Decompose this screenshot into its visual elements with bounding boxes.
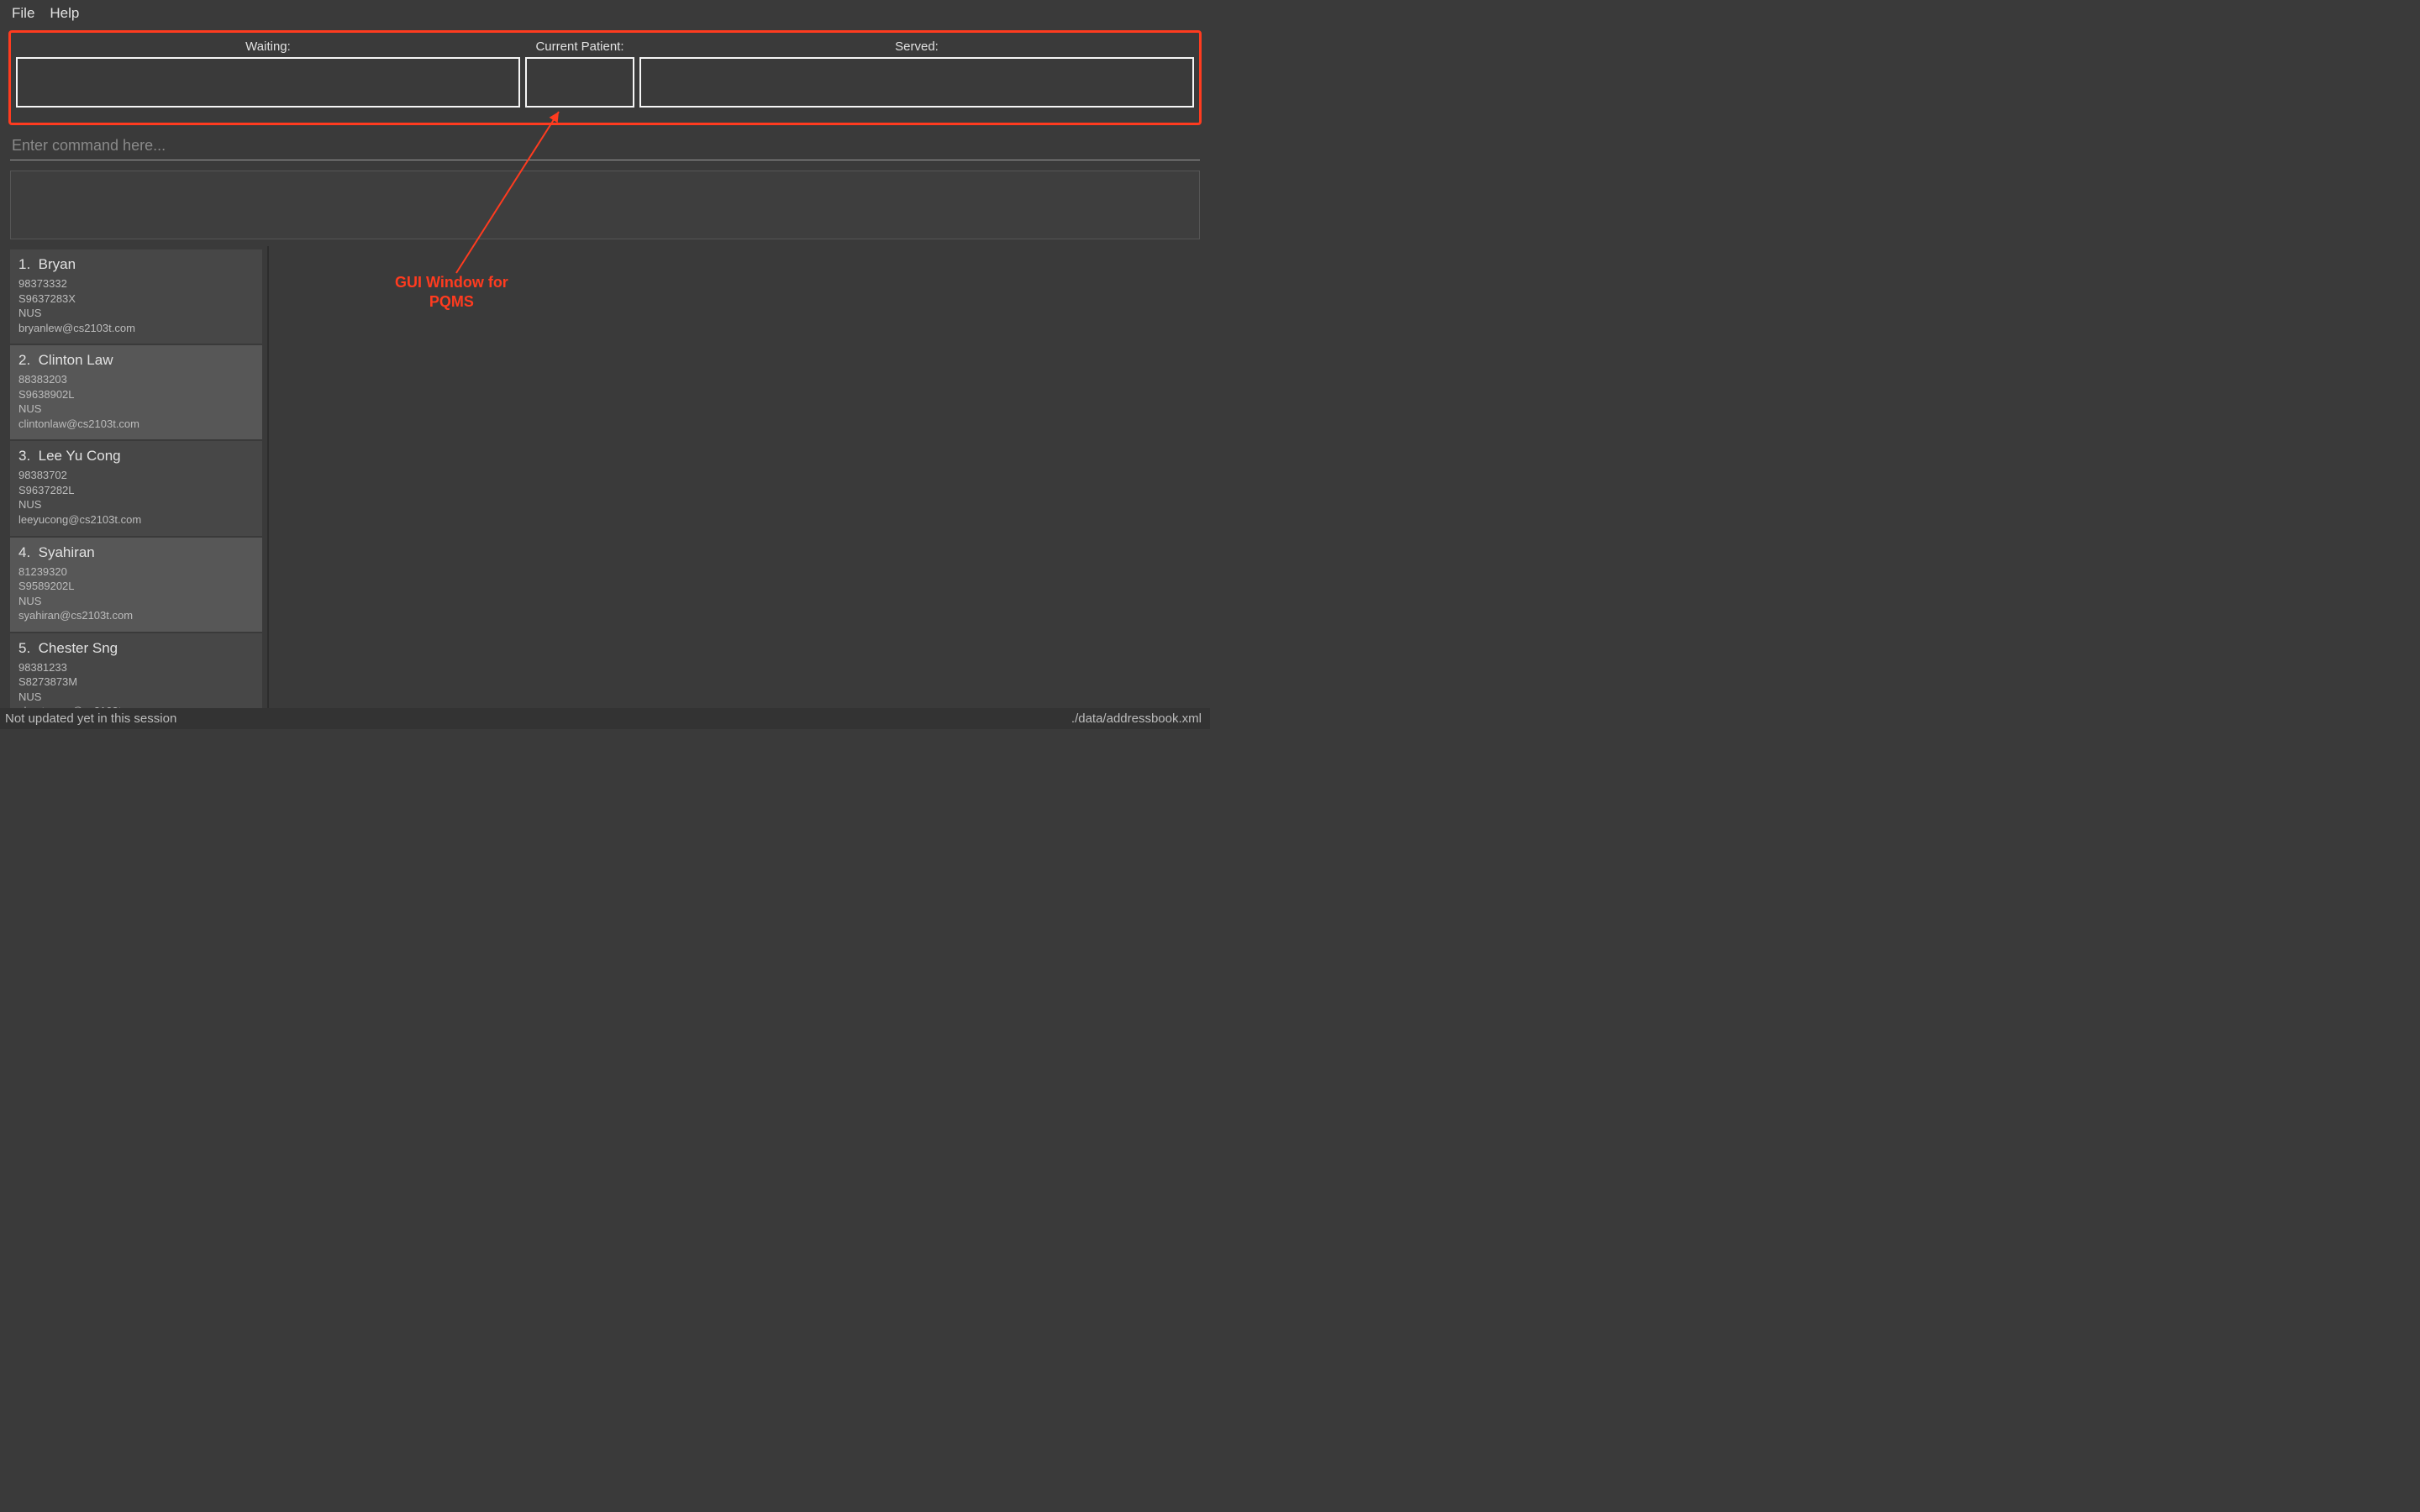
command-output <box>10 171 1200 239</box>
list-email: clintonlaw@cs2103t.com <box>18 417 254 432</box>
menu-help[interactable]: Help <box>50 5 79 22</box>
list-index: 5. <box>18 640 30 656</box>
pqms-waiting-box <box>16 57 520 108</box>
list-index: 2. <box>18 352 30 368</box>
list-nric: S9638902L <box>18 387 254 402</box>
status-right: ./data/addressbook.xml <box>1071 711 1202 726</box>
pqms-panel: Waiting: Current Patient: Served: <box>8 30 1202 125</box>
pqms-served-box <box>639 57 1194 108</box>
list-item[interactable]: 4. Syahiran 81239320 S9589202L NUS syahi… <box>10 538 262 632</box>
list-email: syahiran@cs2103t.com <box>18 608 254 623</box>
pqms-waiting-col: Waiting: <box>16 38 520 108</box>
list-school: NUS <box>18 690 254 705</box>
list-name: Lee Yu Cong <box>39 448 121 464</box>
list-item[interactable]: 2. Clinton Law 88383203 S9638902L NUS cl… <box>10 345 262 439</box>
list-nric: S9589202L <box>18 579 254 594</box>
list-name: Chester Sng <box>39 640 118 656</box>
list-nric: S8273873M <box>18 675 254 690</box>
list-nric: S9637283X <box>18 291 254 307</box>
list-phone: 81239320 <box>18 564 254 580</box>
pqms-current-col: Current Patient: <box>525 38 634 108</box>
pqms-current-label: Current Patient: <box>535 38 623 57</box>
list-phone: 98381233 <box>18 660 254 675</box>
list-item[interactable]: 3. Lee Yu Cong 98383702 S9637282L NUS le… <box>10 441 262 535</box>
pqms-waiting-label: Waiting: <box>245 38 291 57</box>
list-phone: 88383203 <box>18 372 254 387</box>
pqms-current-box <box>525 57 634 108</box>
list-item[interactable]: 1. Bryan 98373332 S9637283X NUS bryanlew… <box>10 249 262 344</box>
menu-file[interactable]: File <box>12 5 34 22</box>
list-school: NUS <box>18 402 254 417</box>
list-school: NUS <box>18 306 254 321</box>
list-nric: S9637282L <box>18 483 254 498</box>
pqms-served-label: Served: <box>895 38 939 57</box>
list-item[interactable]: 5. Chester Sng 98381233 S8273873M NUS ch… <box>10 633 262 708</box>
list-name: Syahiran <box>39 544 95 560</box>
patient-list[interactable]: 1. Bryan 98373332 S9637283X NUS bryanlew… <box>0 246 269 708</box>
list-email: bryanlew@cs2103t.com <box>18 321 254 336</box>
command-input-wrap <box>0 129 1210 162</box>
main-area: 1. Bryan 98373332 S9637283X NUS bryanlew… <box>0 246 1210 708</box>
command-input[interactable] <box>10 134 1200 160</box>
list-index: 1. <box>18 256 30 272</box>
pqms-served-col: Served: <box>639 38 1194 108</box>
list-index: 4. <box>18 544 30 560</box>
menu-bar: File Help <box>0 0 1210 27</box>
list-school: NUS <box>18 594 254 609</box>
status-bar: Not updated yet in this session ./data/a… <box>0 708 1210 729</box>
list-index: 3. <box>18 448 30 464</box>
list-email: chestersng@cs2103t.com <box>18 704 254 708</box>
detail-pane: GUI Window for PQMS <box>269 246 1210 708</box>
list-name: Clinton Law <box>39 352 113 368</box>
list-school: NUS <box>18 497 254 512</box>
list-phone: 98373332 <box>18 276 254 291</box>
list-email: leeyucong@cs2103t.com <box>18 512 254 528</box>
status-left: Not updated yet in this session <box>5 711 176 726</box>
list-name: Bryan <box>39 256 76 272</box>
list-phone: 98383702 <box>18 468 254 483</box>
annotation-label: GUI Window for PQMS <box>395 273 508 312</box>
